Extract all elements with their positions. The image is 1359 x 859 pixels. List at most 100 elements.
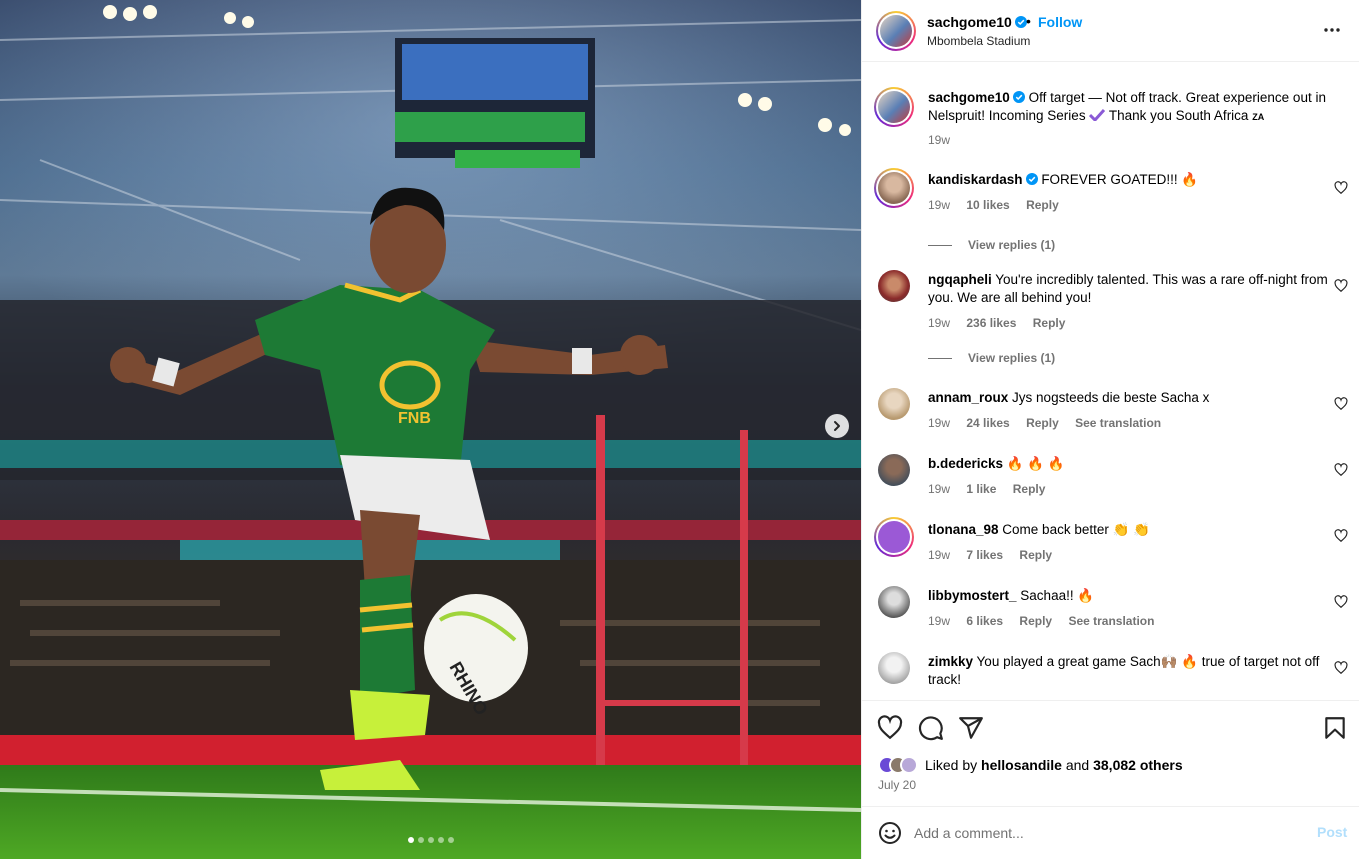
comment-likes[interactable]: 6 likes: [966, 614, 1003, 628]
more-horizontal-icon[interactable]: [1322, 20, 1342, 40]
caption-username[interactable]: sachgome10: [928, 90, 1010, 105]
likes-text: Liked by hellosandile and 38,082 others: [925, 757, 1183, 773]
liked-by-user[interactable]: hellosandile: [981, 757, 1062, 773]
heart-icon[interactable]: [1334, 279, 1348, 293]
likes-summary[interactable]: Liked by hellosandile and 38,082 others: [878, 755, 1183, 775]
comment-body: You played a great game Sach🙌🏽 🔥 true of…: [928, 654, 1320, 687]
comment-body: 🔥 🔥 🔥: [1006, 456, 1065, 471]
carousel-dot: [408, 837, 414, 843]
follow-button[interactable]: Follow: [1038, 14, 1082, 30]
reply-button[interactable]: Reply: [1033, 316, 1066, 330]
chevron-right-icon: [834, 421, 840, 431]
post-detail-panel: sachgome10 • Follow Mbombela Stadium sac…: [861, 0, 1359, 859]
comment-meta: 19w 10 likes Reply: [928, 198, 1072, 212]
carousel-dot: [438, 837, 444, 843]
comment-username[interactable]: ngqapheli: [928, 272, 992, 287]
avatar[interactable]: [878, 454, 910, 486]
heart-icon[interactable]: [1334, 181, 1348, 195]
story-ring[interactable]: [874, 517, 914, 557]
comment-likes[interactable]: 10 likes: [966, 198, 1009, 212]
comment-likes[interactable]: 7 likes: [966, 548, 1003, 562]
smiley-icon[interactable]: [878, 821, 902, 845]
carousel-next-button[interactable]: [825, 414, 849, 438]
post-header: sachgome10 • Follow Mbombela Stadium: [862, 0, 1359, 62]
story-ring[interactable]: [876, 11, 916, 51]
carousel-dot: [418, 837, 424, 843]
bookmark-icon[interactable]: [1322, 715, 1348, 741]
see-translation-button[interactable]: See translation: [1075, 416, 1161, 430]
story-ring[interactable]: [874, 87, 914, 127]
avatar: [878, 172, 910, 204]
share-icon[interactable]: [958, 715, 984, 741]
see-translation-button[interactable]: See translation: [1068, 614, 1154, 628]
post-button[interactable]: Post: [1317, 824, 1347, 840]
comment-time[interactable]: 19w: [928, 482, 950, 496]
verified-icon: [1025, 173, 1038, 185]
reply-button[interactable]: Reply: [1019, 548, 1052, 562]
flag-emoji: ZA: [1252, 112, 1265, 122]
avatar: [878, 521, 910, 553]
heart-icon[interactable]: [877, 715, 903, 741]
author-username[interactable]: sachgome10: [927, 14, 1027, 30]
carousel-dot: [448, 837, 454, 843]
comment-username[interactable]: annam_roux: [928, 390, 1008, 405]
comment-username[interactable]: kandiskardash: [928, 172, 1023, 187]
carousel-dots: [408, 837, 454, 843]
comment-time[interactable]: 19w: [928, 198, 950, 212]
comment-text: ngqapheli You're incredibly talented. Th…: [928, 271, 1328, 307]
comment-username[interactable]: b.dedericks: [928, 456, 1003, 471]
avatar[interactable]: [878, 388, 910, 420]
caption-time[interactable]: 19w: [928, 133, 950, 147]
separator-dot: •: [1026, 13, 1031, 29]
svg-text:FNB: FNB: [398, 410, 431, 427]
add-comment-bar: Post: [862, 806, 1359, 859]
liked-by-count[interactable]: 38,082 others: [1093, 757, 1183, 773]
comment-time[interactable]: 19w: [928, 416, 950, 430]
comment-time[interactable]: 19w: [928, 614, 950, 628]
comment-meta: 19w 6 likes Reply See translation: [928, 614, 1167, 628]
comment-text: annam_roux Jys nogsteeds die beste Sacha…: [928, 389, 1328, 407]
comment-likes[interactable]: 24 likes: [966, 416, 1009, 430]
post-actions: Liked by hellosandile and 38,082 others …: [862, 700, 1359, 806]
avatar: [878, 91, 910, 123]
avatar[interactable]: [878, 270, 910, 302]
heart-icon[interactable]: [1334, 463, 1348, 477]
comment-body: Jys nogsteeds die beste Sacha x: [1012, 390, 1210, 405]
comment-username[interactable]: zimkky: [928, 654, 973, 669]
view-replies-button[interactable]: View replies (1): [928, 238, 1055, 252]
reply-button[interactable]: Reply: [1019, 614, 1052, 628]
caption-meta: 19w: [928, 133, 963, 147]
avatar[interactable]: [878, 652, 910, 684]
location-link[interactable]: Mbombela Stadium: [927, 34, 1030, 48]
comment-username[interactable]: tlonana_98: [928, 522, 999, 537]
comment-text: libbymostert_ Sachaa!! 🔥: [928, 587, 1328, 605]
comment-likes[interactable]: 236 likes: [966, 316, 1016, 330]
check-mark-icon: [1089, 108, 1106, 123]
heart-icon[interactable]: [1334, 529, 1348, 543]
comment-time[interactable]: 19w: [928, 316, 950, 330]
reply-button[interactable]: Reply: [1026, 198, 1059, 212]
comment-likes[interactable]: 1 like: [966, 482, 996, 496]
comment-time[interactable]: 19w: [928, 548, 950, 562]
post-date[interactable]: July 20: [878, 778, 916, 792]
comment-username[interactable]: libbymostert_: [928, 588, 1017, 603]
comment-meta: 19w 1 like Reply: [928, 482, 1058, 496]
comment-text: zimkky You played a great game Sach🙌🏽 🔥 …: [928, 653, 1328, 689]
heart-icon[interactable]: [1334, 595, 1348, 609]
comments-list[interactable]: sachgome10 Off target — Not off track. G…: [862, 63, 1359, 700]
comment-body: Come back better 👏 👏: [1002, 522, 1150, 537]
comment-body: FOREVER GOATED!!! 🔥: [1041, 172, 1199, 187]
heart-icon[interactable]: [1334, 397, 1348, 411]
view-replies-button[interactable]: View replies (1): [928, 351, 1055, 365]
post-media[interactable]: FNB RHINO: [0, 0, 861, 859]
carousel-dot: [428, 837, 434, 843]
caption-text: sachgome10 Off target — Not off track. G…: [928, 89, 1328, 126]
reply-button[interactable]: Reply: [1013, 482, 1046, 496]
avatar: [880, 15, 912, 47]
avatar[interactable]: [878, 586, 910, 618]
story-ring[interactable]: [874, 168, 914, 208]
comment-icon[interactable]: [918, 715, 944, 741]
reply-button[interactable]: Reply: [1026, 416, 1059, 430]
comment-input[interactable]: [914, 821, 1294, 845]
heart-icon[interactable]: [1334, 661, 1348, 675]
